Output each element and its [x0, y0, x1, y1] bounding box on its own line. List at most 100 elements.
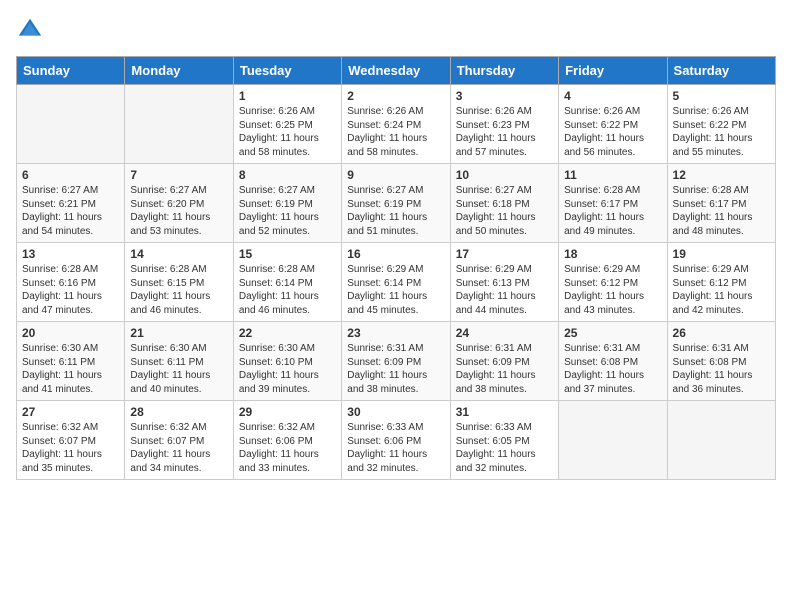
calendar-cell: 27 Sunrise: 6:32 AMSunset: 6:07 PMDayligh…	[17, 401, 125, 480]
day-info: Sunrise: 6:31 AMSunset: 6:09 PMDaylight:…	[347, 342, 444, 396]
calendar-cell: 11 Sunrise: 6:28 AMSunset: 6:17 PMDayligh…	[559, 164, 667, 243]
calendar-cell: 3 Sunrise: 6:26 AMSunset: 6:23 PMDaylight…	[450, 85, 558, 164]
calendar-cell: 25 Sunrise: 6:31 AMSunset: 6:08 PMDayligh…	[559, 322, 667, 401]
calendar-cell: 14Sunrise: 6:28 AMSunset: 6:15 PMDayligh…	[125, 243, 233, 322]
day-info: Sunrise: 6:33 AMSunset: 6:06 PMDaylight:…	[347, 421, 444, 475]
calendar-cell: 2 Sunrise: 6:26 AMSunset: 6:24 PMDaylight…	[342, 85, 450, 164]
logo-icon	[16, 16, 44, 44]
day-number: 27	[22, 405, 119, 419]
day-info: Sunrise: 6:31 AMSunset: 6:09 PMDaylight:…	[456, 342, 553, 396]
day-number: 7	[130, 168, 227, 182]
calendar-week-row: 27 Sunrise: 6:32 AMSunset: 6:07 PMDayligh…	[17, 401, 776, 480]
day-info: Sunrise: 6:26 AMSunset: 6:25 PMDaylight:…	[239, 105, 336, 159]
day-number: 3	[456, 89, 553, 103]
day-number: 1	[239, 89, 336, 103]
day-number: 8	[239, 168, 336, 182]
day-number: 28	[130, 405, 227, 419]
day-info: Sunrise: 6:33 AMSunset: 6:05 PMDaylight:…	[456, 421, 553, 475]
calendar-cell: 21 Sunrise: 6:30 AMSunset: 6:11 PMDayligh…	[125, 322, 233, 401]
day-info: Sunrise: 6:26 AMSunset: 6:23 PMDaylight:…	[456, 105, 553, 159]
calendar-cell: 20Sunrise: 6:30 AMSunset: 6:11 PMDayligh…	[17, 322, 125, 401]
calendar-cell: 1 Sunrise: 6:26 AMSunset: 6:25 PMDaylight…	[233, 85, 341, 164]
day-number: 21	[130, 326, 227, 340]
day-info: Sunrise: 6:27 AMSunset: 6:18 PMDaylight:…	[456, 184, 553, 238]
calendar-week-row: 13Sunrise: 6:28 AMSunset: 6:16 PMDayligh…	[17, 243, 776, 322]
day-info: Sunrise: 6:31 AMSunset: 6:08 PMDaylight:…	[673, 342, 770, 396]
calendar-week-row: 20Sunrise: 6:30 AMSunset: 6:11 PMDayligh…	[17, 322, 776, 401]
day-number: 29	[239, 405, 336, 419]
calendar-cell: 7 Sunrise: 6:27 AMSunset: 6:20 PMDaylight…	[125, 164, 233, 243]
calendar-cell: 29 Sunrise: 6:32 AMSunset: 6:06 PMDayligh…	[233, 401, 341, 480]
calendar-cell	[667, 401, 775, 480]
day-info: Sunrise: 6:27 AMSunset: 6:19 PMDaylight:…	[239, 184, 336, 238]
day-number: 10	[456, 168, 553, 182]
calendar-cell: 9 Sunrise: 6:27 AMSunset: 6:19 PMDaylight…	[342, 164, 450, 243]
calendar-cell: 10 Sunrise: 6:27 AMSunset: 6:18 PMDayligh…	[450, 164, 558, 243]
day-number: 22	[239, 326, 336, 340]
calendar-cell: 5Sunrise: 6:26 AMSunset: 6:22 PMDaylight…	[667, 85, 775, 164]
calendar-cell: 17 Sunrise: 6:29 AMSunset: 6:13 PMDayligh…	[450, 243, 558, 322]
day-of-week-header: Wednesday	[342, 57, 450, 85]
day-number: 17	[456, 247, 553, 261]
day-number: 12	[673, 168, 770, 182]
calendar-cell: 30 Sunrise: 6:33 AMSunset: 6:06 PMDayligh…	[342, 401, 450, 480]
day-info: Sunrise: 6:26 AMSunset: 6:24 PMDaylight:…	[347, 105, 444, 159]
calendar-cell: 13Sunrise: 6:28 AMSunset: 6:16 PMDayligh…	[17, 243, 125, 322]
day-info: Sunrise: 6:30 AMSunset: 6:11 PMDaylight:…	[22, 342, 119, 396]
calendar-cell: 6Sunrise: 6:27 AMSunset: 6:21 PMDaylight…	[17, 164, 125, 243]
day-of-week-header: Tuesday	[233, 57, 341, 85]
day-info: Sunrise: 6:27 AMSunset: 6:21 PMDaylight:…	[22, 184, 119, 238]
calendar-cell: 16Sunrise: 6:29 AMSunset: 6:14 PMDayligh…	[342, 243, 450, 322]
calendar-cell: 18 Sunrise: 6:29 AMSunset: 6:12 PMDayligh…	[559, 243, 667, 322]
calendar-cell: 23Sunrise: 6:31 AMSunset: 6:09 PMDayligh…	[342, 322, 450, 401]
calendar-cell: 31 Sunrise: 6:33 AMSunset: 6:05 PMDayligh…	[450, 401, 558, 480]
calendar-table: SundayMondayTuesdayWednesdayThursdayFrid…	[16, 56, 776, 480]
day-info: Sunrise: 6:29 AMSunset: 6:13 PMDaylight:…	[456, 263, 553, 317]
day-info: Sunrise: 6:27 AMSunset: 6:20 PMDaylight:…	[130, 184, 227, 238]
day-number: 2	[347, 89, 444, 103]
day-info: Sunrise: 6:32 AMSunset: 6:07 PMDaylight:…	[22, 421, 119, 475]
day-info: Sunrise: 6:31 AMSunset: 6:08 PMDaylight:…	[564, 342, 661, 396]
day-info: Sunrise: 6:29 AMSunset: 6:12 PMDaylight:…	[564, 263, 661, 317]
day-number: 24	[456, 326, 553, 340]
day-info: Sunrise: 6:32 AMSunset: 6:07 PMDaylight:…	[130, 421, 227, 475]
calendar-cell: 26 Sunrise: 6:31 AMSunset: 6:08 PMDayligh…	[667, 322, 775, 401]
day-number: 26	[673, 326, 770, 340]
calendar-cell	[125, 85, 233, 164]
calendar-cell: 22 Sunrise: 6:30 AMSunset: 6:10 PMDayligh…	[233, 322, 341, 401]
calendar-cell	[17, 85, 125, 164]
day-number: 9	[347, 168, 444, 182]
calendar-cell: 15Sunrise: 6:28 AMSunset: 6:14 PMDayligh…	[233, 243, 341, 322]
calendar-cell: 19 Sunrise: 6:29 AMSunset: 6:12 PMDayligh…	[667, 243, 775, 322]
day-number: 11	[564, 168, 661, 182]
calendar-cell: 28 Sunrise: 6:32 AMSunset: 6:07 PMDayligh…	[125, 401, 233, 480]
logo	[16, 16, 48, 44]
day-info: Sunrise: 6:28 AMSunset: 6:17 PMDaylight:…	[564, 184, 661, 238]
day-of-week-header: Sunday	[17, 57, 125, 85]
day-info: Sunrise: 6:30 AMSunset: 6:11 PMDaylight:…	[130, 342, 227, 396]
day-info: Sunrise: 6:26 AMSunset: 6:22 PMDaylight:…	[564, 105, 661, 159]
calendar-cell: 12Sunrise: 6:28 AMSunset: 6:17 PMDayligh…	[667, 164, 775, 243]
calendar-header-row: SundayMondayTuesdayWednesdayThursdayFrid…	[17, 57, 776, 85]
day-number: 18	[564, 247, 661, 261]
day-info: Sunrise: 6:29 AMSunset: 6:12 PMDaylight:…	[673, 263, 770, 317]
day-number: 19	[673, 247, 770, 261]
day-info: Sunrise: 6:32 AMSunset: 6:06 PMDaylight:…	[239, 421, 336, 475]
calendar-cell	[559, 401, 667, 480]
calendar-week-row: 6Sunrise: 6:27 AMSunset: 6:21 PMDaylight…	[17, 164, 776, 243]
day-number: 16	[347, 247, 444, 261]
day-number: 4	[564, 89, 661, 103]
day-number: 31	[456, 405, 553, 419]
day-number: 25	[564, 326, 661, 340]
calendar-cell: 8 Sunrise: 6:27 AMSunset: 6:19 PMDaylight…	[233, 164, 341, 243]
day-info: Sunrise: 6:30 AMSunset: 6:10 PMDaylight:…	[239, 342, 336, 396]
day-info: Sunrise: 6:28 AMSunset: 6:14 PMDaylight:…	[239, 263, 336, 317]
day-of-week-header: Saturday	[667, 57, 775, 85]
day-number: 14	[130, 247, 227, 261]
calendar-cell: 24 Sunrise: 6:31 AMSunset: 6:09 PMDayligh…	[450, 322, 558, 401]
day-of-week-header: Monday	[125, 57, 233, 85]
day-of-week-header: Friday	[559, 57, 667, 85]
day-info: Sunrise: 6:27 AMSunset: 6:19 PMDaylight:…	[347, 184, 444, 238]
day-number: 30	[347, 405, 444, 419]
day-number: 13	[22, 247, 119, 261]
